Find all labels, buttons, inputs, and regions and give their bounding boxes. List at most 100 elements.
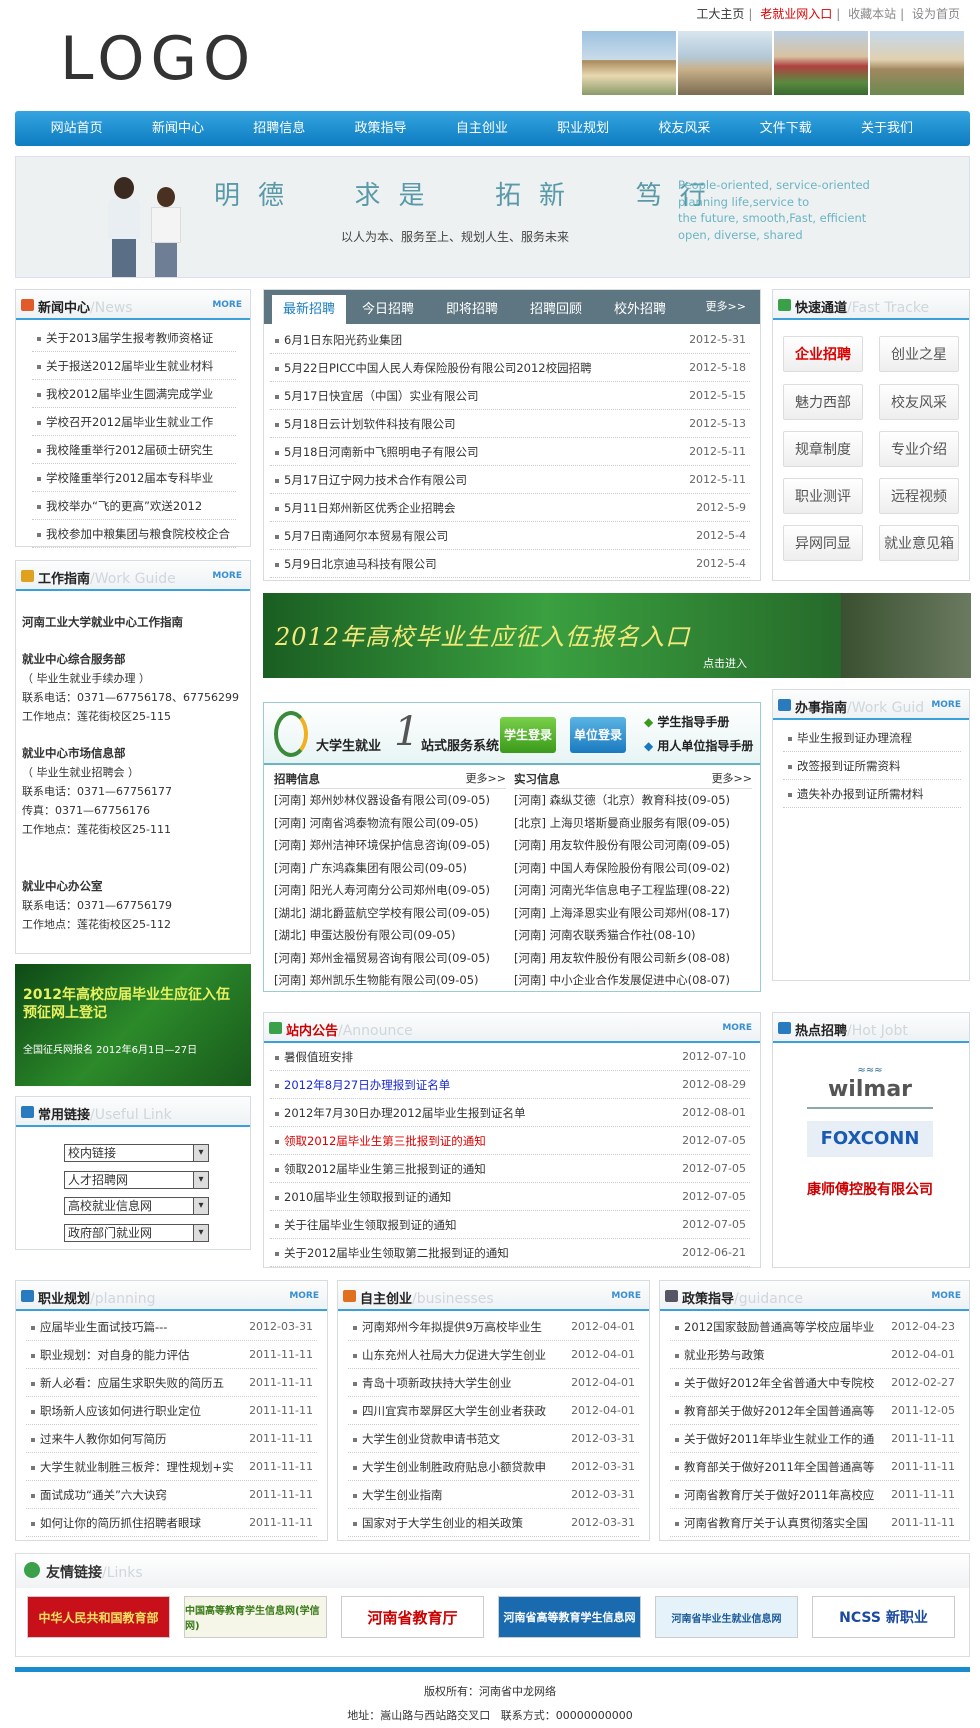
friend-link-henan-jobs[interactable]: 河南省毕业生就业信息网 bbox=[655, 1596, 798, 1638]
list-item[interactable]: 青岛十项新政扶持大学生创业 2012-04-01 bbox=[348, 1369, 639, 1397]
recruit-info-more[interactable]: 更多>> bbox=[466, 769, 506, 788]
select-college-links[interactable]: 高校就业信息网 bbox=[64, 1197, 209, 1215]
list-item[interactable]: [河南] 郑州妙林仪器设备有限公司(09-05) bbox=[274, 789, 506, 812]
tab-review[interactable]: 招聘回顾 bbox=[514, 295, 598, 324]
company-logo-kangshifu[interactable]: 康师傅控股有限公司 bbox=[807, 1169, 943, 1211]
list-item[interactable]: 2012国家鼓励普通高等学校应届毕业 2012-04-23 bbox=[670, 1313, 959, 1341]
list-item[interactable]: 四川宜宾市翠屏区大学生创业者获政 2012-04-01 bbox=[348, 1397, 639, 1425]
recruit-more-link[interactable]: 更多>> bbox=[706, 298, 746, 314]
list-item[interactable]: 5月7日南通阿尔本贸易有限公司 2012-5-4 bbox=[270, 522, 750, 550]
select-campus-links[interactable]: 校内链接 bbox=[64, 1144, 209, 1162]
quick-btn-alumni[interactable]: 校友风采 bbox=[879, 384, 959, 420]
list-item[interactable]: [河南] 森纵艾德（北京）教育科技(09-05) bbox=[514, 789, 752, 812]
announce-more-link[interactable]: MORE bbox=[722, 1023, 752, 1033]
select-talent-links[interactable]: 人才招聘网 bbox=[64, 1171, 209, 1189]
friend-link-ncss[interactable]: NCSS 新职业 bbox=[812, 1596, 955, 1638]
list-item[interactable]: 5月9日北京迪马科技有限公司 2012-5-4 bbox=[270, 550, 750, 578]
enlistment-registration-banner[interactable]: 2012年高校应届毕业生应征入伍预征网上登记 全国征兵网报名 2012年6月1日… bbox=[15, 964, 251, 1086]
list-item[interactable]: 新人必看：应届生求职失败的简历五 2011-11-11 bbox=[26, 1369, 317, 1397]
list-item[interactable]: 5月18日云计划软件科技有限公司 2012-5-13 bbox=[270, 410, 750, 438]
nav-alumni[interactable]: 校友风采 bbox=[634, 111, 735, 146]
list-item[interactable]: 领取2012届毕业生第三批报到证的通知 2012-07-05 bbox=[270, 1155, 750, 1183]
quick-btn-video[interactable]: 远程视频 bbox=[879, 478, 959, 514]
list-item[interactable]: [河南] 中国人寿保险股份有限公司(09-02) bbox=[514, 857, 752, 880]
list-item[interactable]: 关于往届毕业生领取报到证的通知 2012-07-05 bbox=[270, 1211, 750, 1239]
list-item[interactable]: 教育部关于做好2011年全国普通高等 2011-11-11 bbox=[670, 1453, 959, 1481]
company-logo-foxconn[interactable]: FOXCONN bbox=[807, 1121, 933, 1157]
list-item[interactable]: 暑假值班安排 2012-07-10 bbox=[270, 1043, 750, 1071]
list-item[interactable]: [河南] 中小企业合作发展促进中心(08-07) bbox=[514, 969, 752, 992]
tab-latest[interactable]: 最新招聘 bbox=[272, 295, 346, 324]
list-item[interactable]: 大学生创业贷款申请书范文 2012-03-31 bbox=[348, 1425, 639, 1453]
enlistment-banner[interactable]: 2012年高校毕业生应征入伍报名入口 点击进入 bbox=[263, 593, 971, 678]
tab-upcoming[interactable]: 即将招聘 bbox=[430, 295, 514, 324]
list-item[interactable]: 我校隆重举行2012届硕士研究生 bbox=[32, 436, 236, 464]
list-item[interactable]: 领取2012届毕业生第三批报到证的通知 2012-07-05 bbox=[270, 1127, 750, 1155]
list-item[interactable]: 2012年8月27日办理报到证名单 2012-08-29 bbox=[270, 1071, 750, 1099]
company-logo-wilmar[interactable]: ≈≈≈ wilmar bbox=[807, 1065, 933, 1109]
list-item[interactable]: 职业规划：对自身的能力评估 2011-11-11 bbox=[26, 1341, 317, 1369]
career-more-link[interactable]: MORE bbox=[289, 1291, 319, 1301]
list-item[interactable]: [河南] 阳光人寿河南分公司郑州电(09-05) bbox=[274, 879, 506, 902]
list-item[interactable]: 应届毕业生面试技巧篇--- 2012-03-31 bbox=[26, 1313, 317, 1341]
guide-more-link[interactable]: MORE bbox=[212, 571, 242, 581]
list-item[interactable]: 毕业生报到证办理流程 bbox=[783, 724, 961, 752]
quick-btn-rules[interactable]: 规章制度 bbox=[783, 431, 863, 467]
nav-home[interactable]: 网站首页 bbox=[26, 111, 127, 146]
list-item[interactable]: 河南省教育厅关于认真贯彻落实全国 2011-11-11 bbox=[670, 1509, 959, 1537]
list-item[interactable]: [河南] 上海泽恩实业有限公司郑州(08-17) bbox=[514, 902, 752, 925]
news-more-link[interactable]: MORE bbox=[212, 300, 242, 310]
list-item[interactable]: 就业形势与政策 2012-04-01 bbox=[670, 1341, 959, 1369]
top-link-home[interactable]: 工大主页 bbox=[696, 7, 744, 21]
list-item[interactable]: [湖北] 湖北爵蓝航空学校有限公司(09-05) bbox=[274, 902, 506, 925]
office-more-link[interactable]: MORE bbox=[931, 700, 961, 710]
list-item[interactable]: [河南] 河南光华信息电子工程监理(08-22) bbox=[514, 879, 752, 902]
list-item[interactable]: 5月22日PICC中国人民人寿保险股份有限公司2012校园招聘 2012-5-18 bbox=[270, 354, 750, 382]
friend-link-moe[interactable]: 中华人民共和国教育部 bbox=[27, 1596, 170, 1638]
list-item[interactable]: 关于做好2012年全省普通大中专院校 2012-02-27 bbox=[670, 1369, 959, 1397]
list-item[interactable]: [河南] 用友软件股份有限公司新乡(08-08) bbox=[514, 947, 752, 970]
quick-btn-west[interactable]: 魅力西部 bbox=[783, 384, 863, 420]
unit-login-button[interactable]: 单位登录 bbox=[570, 717, 626, 753]
list-item[interactable]: 我校参加中粮集团与粮食院校校企合 bbox=[32, 520, 236, 548]
select-government-links[interactable]: 政府部门就业网 bbox=[64, 1224, 209, 1242]
quick-btn-assessment[interactable]: 职业测评 bbox=[783, 478, 863, 514]
list-item[interactable]: 5月18日河南新中飞照明电子有限公司 2012-5-11 bbox=[270, 438, 750, 466]
list-item[interactable]: 2010届毕业生领取报到证的通知 2012-07-05 bbox=[270, 1183, 750, 1211]
list-item[interactable]: 6月1日东阳光药业集团 2012-5-31 bbox=[270, 326, 750, 354]
student-manual-link[interactable]: ◆ 学生指导手册 bbox=[644, 713, 729, 730]
friend-link-henan-student-info[interactable]: 河南省高等教育学生信息网 bbox=[498, 1596, 641, 1638]
list-item[interactable]: 河南省教育厅关于做好2011年高校应 2011-11-11 bbox=[670, 1481, 959, 1509]
list-item[interactable]: [河南] 河南省鸿泰物流有限公司(09-05) bbox=[274, 812, 506, 835]
list-item[interactable]: 学校召开2012届毕业生就业工作 bbox=[32, 408, 236, 436]
list-item[interactable]: 2012年7月30日办理2012届毕业生报到证名单 2012-08-01 bbox=[270, 1099, 750, 1127]
list-item[interactable]: 遗失补办报到证所需材料 bbox=[783, 780, 961, 808]
site-logo[interactable]: LOGO bbox=[60, 24, 256, 94]
quick-btn-enterprise[interactable]: 企业招聘 bbox=[783, 336, 863, 372]
list-item[interactable]: [河南] 河南农联秀猫合作社(08-10) bbox=[514, 924, 752, 947]
list-item[interactable]: 改签报到证所需资料 bbox=[783, 752, 961, 780]
top-link-set-home[interactable]: 设为首页 bbox=[912, 7, 960, 21]
nav-policy[interactable]: 政策指导 bbox=[330, 111, 431, 146]
list-item[interactable]: 学校隆重举行2012届本专科毕业 bbox=[32, 464, 236, 492]
nav-recruit[interactable]: 招聘信息 bbox=[229, 111, 330, 146]
list-item[interactable]: 5月17日快宜居（中国）实业有限公司 2012-5-15 bbox=[270, 382, 750, 410]
list-item[interactable]: [北京] 上海贝塔斯曼商业服务有限(09-05) bbox=[514, 812, 752, 835]
top-link-old-site[interactable]: 老就业网入口 bbox=[760, 7, 832, 21]
list-item[interactable]: 山东充州人社局大力促进大学生创业 2012-04-01 bbox=[348, 1341, 639, 1369]
quick-btn-majors[interactable]: 专业介绍 bbox=[879, 431, 959, 467]
list-item[interactable]: 过来牛人教你如何写简历 2011-11-11 bbox=[26, 1425, 317, 1453]
list-item[interactable]: 教育部关于做好2012年全国普通高等 2011-12-05 bbox=[670, 1397, 959, 1425]
list-item[interactable]: [河南] 郑州金福贸易咨询有限公司(09-05) bbox=[274, 947, 506, 970]
list-item[interactable]: 大学生就业制胜三板斧：理性规划+实 2011-11-11 bbox=[26, 1453, 317, 1481]
list-item[interactable]: 职场新人应该如何进行职业定位 2011-11-11 bbox=[26, 1397, 317, 1425]
list-item[interactable]: [河南] 广东鸿森集团有限公司(09-05) bbox=[274, 857, 506, 880]
list-item[interactable]: 我校2012届毕业生圆满完成学业 bbox=[32, 380, 236, 408]
nav-career[interactable]: 职业规划 bbox=[532, 111, 633, 146]
list-item[interactable]: 关于报送2012届毕业生就业材料 bbox=[32, 352, 236, 380]
quick-btn-mirror[interactable]: 异网同显 bbox=[783, 525, 863, 561]
list-item[interactable]: 关于2012届毕业生领取第二批报到证的通知 2012-06-21 bbox=[270, 1239, 750, 1267]
list-item[interactable]: 如何让你的简历抓住招聘者眼球 2011-11-11 bbox=[26, 1509, 317, 1537]
list-item[interactable]: 大学生创业制胜政府贴息小额贷款申 2012-03-31 bbox=[348, 1453, 639, 1481]
list-item[interactable]: 我校举办“飞的更高”欢送2012 bbox=[32, 492, 236, 520]
